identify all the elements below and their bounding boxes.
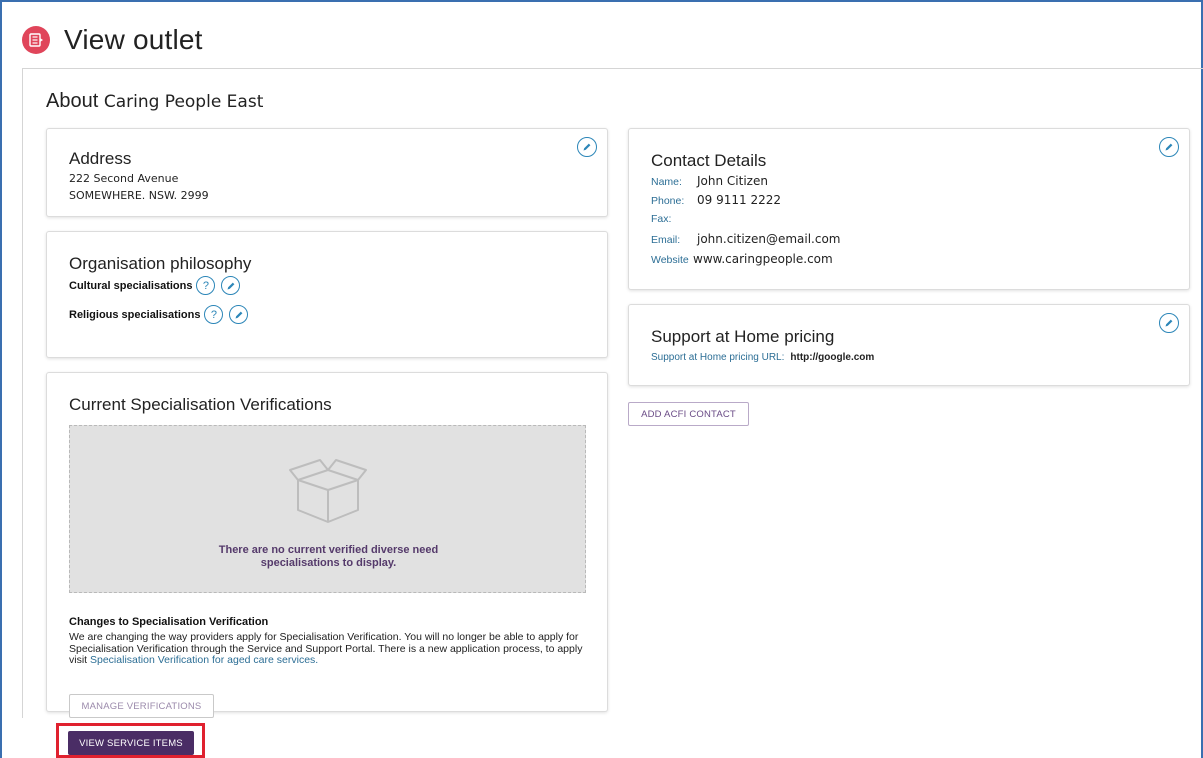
empty-message-line2: specialisations to display.: [260, 557, 397, 569]
address-title: Address: [69, 149, 132, 168]
pricing-title: Support at Home pricing: [651, 327, 835, 346]
contact-website-row: Website www.caringpeople.com: [651, 252, 833, 266]
phone-label: Phone:: [651, 195, 685, 207]
website-label: Website: [651, 254, 689, 266]
edit-address-button[interactable]: [577, 137, 597, 157]
about-prefix: About: [46, 90, 99, 112]
manage-verifications-button[interactable]: MANAGE VERIFICATIONS: [69, 694, 214, 718]
name-label: Name:: [651, 176, 682, 188]
contact-name-row: Name: John Citizen: [651, 174, 768, 188]
contact-details-card: Contact Details Name: John Citizen Phone…: [628, 128, 1190, 290]
header-divider: [22, 68, 1203, 69]
edit-religious-button[interactable]: [229, 305, 249, 324]
address-line1: 222 Second Avenue: [69, 172, 179, 185]
pencil-icon: [583, 143, 591, 151]
page-title: View outlet: [64, 24, 203, 55]
philosophy-card: Organisation philosophy Cultural special…: [46, 231, 608, 358]
cultural-help-button[interactable]: ?: [196, 276, 216, 295]
pencil-icon: [1165, 319, 1173, 327]
religious-help-button[interactable]: ?: [204, 305, 224, 324]
empty-message: There are no current verified diverse ne…: [70, 544, 587, 570]
contact-phone-row: Phone: 09 9111 2222: [651, 193, 781, 207]
contact-email-row: Email: john.citizen@email.com: [651, 232, 841, 246]
window-frame-left: [0, 0, 2, 758]
religious-row: Religious specialisations ?: [69, 305, 249, 324]
verifications-empty-state: There are no current verified diverse ne…: [69, 425, 586, 593]
about-heading: About Caring People East: [46, 90, 263, 113]
website-value: www.caringpeople.com: [693, 252, 833, 266]
window-frame-top: [0, 0, 1203, 2]
outlet-name: Caring People East: [103, 92, 264, 112]
question-icon: ?: [210, 308, 217, 321]
edit-contact-button[interactable]: [1159, 137, 1179, 157]
name-value: John Citizen: [697, 174, 768, 188]
pricing-card: Support at Home pricing Support at Home …: [628, 304, 1190, 386]
verifications-card: Current Specialisation Verifications The…: [46, 372, 608, 718]
email-value: john.citizen@email.com: [697, 232, 841, 246]
fax-label: Fax:: [651, 213, 672, 225]
pricing-url-value: http://google.com: [790, 352, 875, 363]
email-label: Email:: [651, 234, 681, 246]
religious-label: Religious specialisations: [69, 308, 201, 321]
outlet-logo-icon: [22, 26, 50, 54]
pencil-icon: [227, 282, 235, 289]
cultural-label: Cultural specialisations: [69, 279, 193, 292]
changes-title: Changes to Specialisation Verification: [69, 616, 269, 628]
pencil-icon: [1165, 143, 1173, 151]
philosophy-title: Organisation philosophy: [69, 254, 252, 273]
verifications-title: Current Specialisation Verifications: [69, 395, 332, 414]
empty-message-line1: There are no current verified diverse ne…: [218, 544, 439, 556]
edit-pricing-button[interactable]: [1159, 313, 1179, 333]
address-card: Address 222 Second Avenue SOMEWHERE. NSW…: [46, 128, 608, 217]
pricing-url-label: Support at Home pricing URL:: [651, 352, 785, 363]
contact-title: Contact Details: [651, 151, 767, 170]
pencil-icon: [235, 311, 243, 318]
question-icon: ?: [202, 279, 210, 292]
specialisation-verification-link[interactable]: Specialisation Verification for aged car…: [90, 654, 318, 666]
open-box-icon: [289, 459, 367, 523]
pricing-url-row: Support at Home pricing URL: http://goog…: [651, 352, 874, 363]
changes-body: We are changing the way providers apply …: [69, 631, 589, 667]
phone-value: 09 9111 2222: [697, 193, 781, 207]
contact-fax-row: Fax:: [651, 213, 697, 225]
cultural-row: Cultural specialisations ?: [69, 276, 241, 295]
content-left-border: [22, 68, 23, 718]
add-acfi-contact-button[interactable]: ADD ACFI CONTACT: [628, 402, 749, 426]
address-line2: SOMEWHERE. NSW. 2999: [69, 189, 209, 202]
view-service-items-button[interactable]: VIEW SERVICE ITEMS: [68, 731, 194, 755]
edit-cultural-button[interactable]: [221, 276, 241, 295]
